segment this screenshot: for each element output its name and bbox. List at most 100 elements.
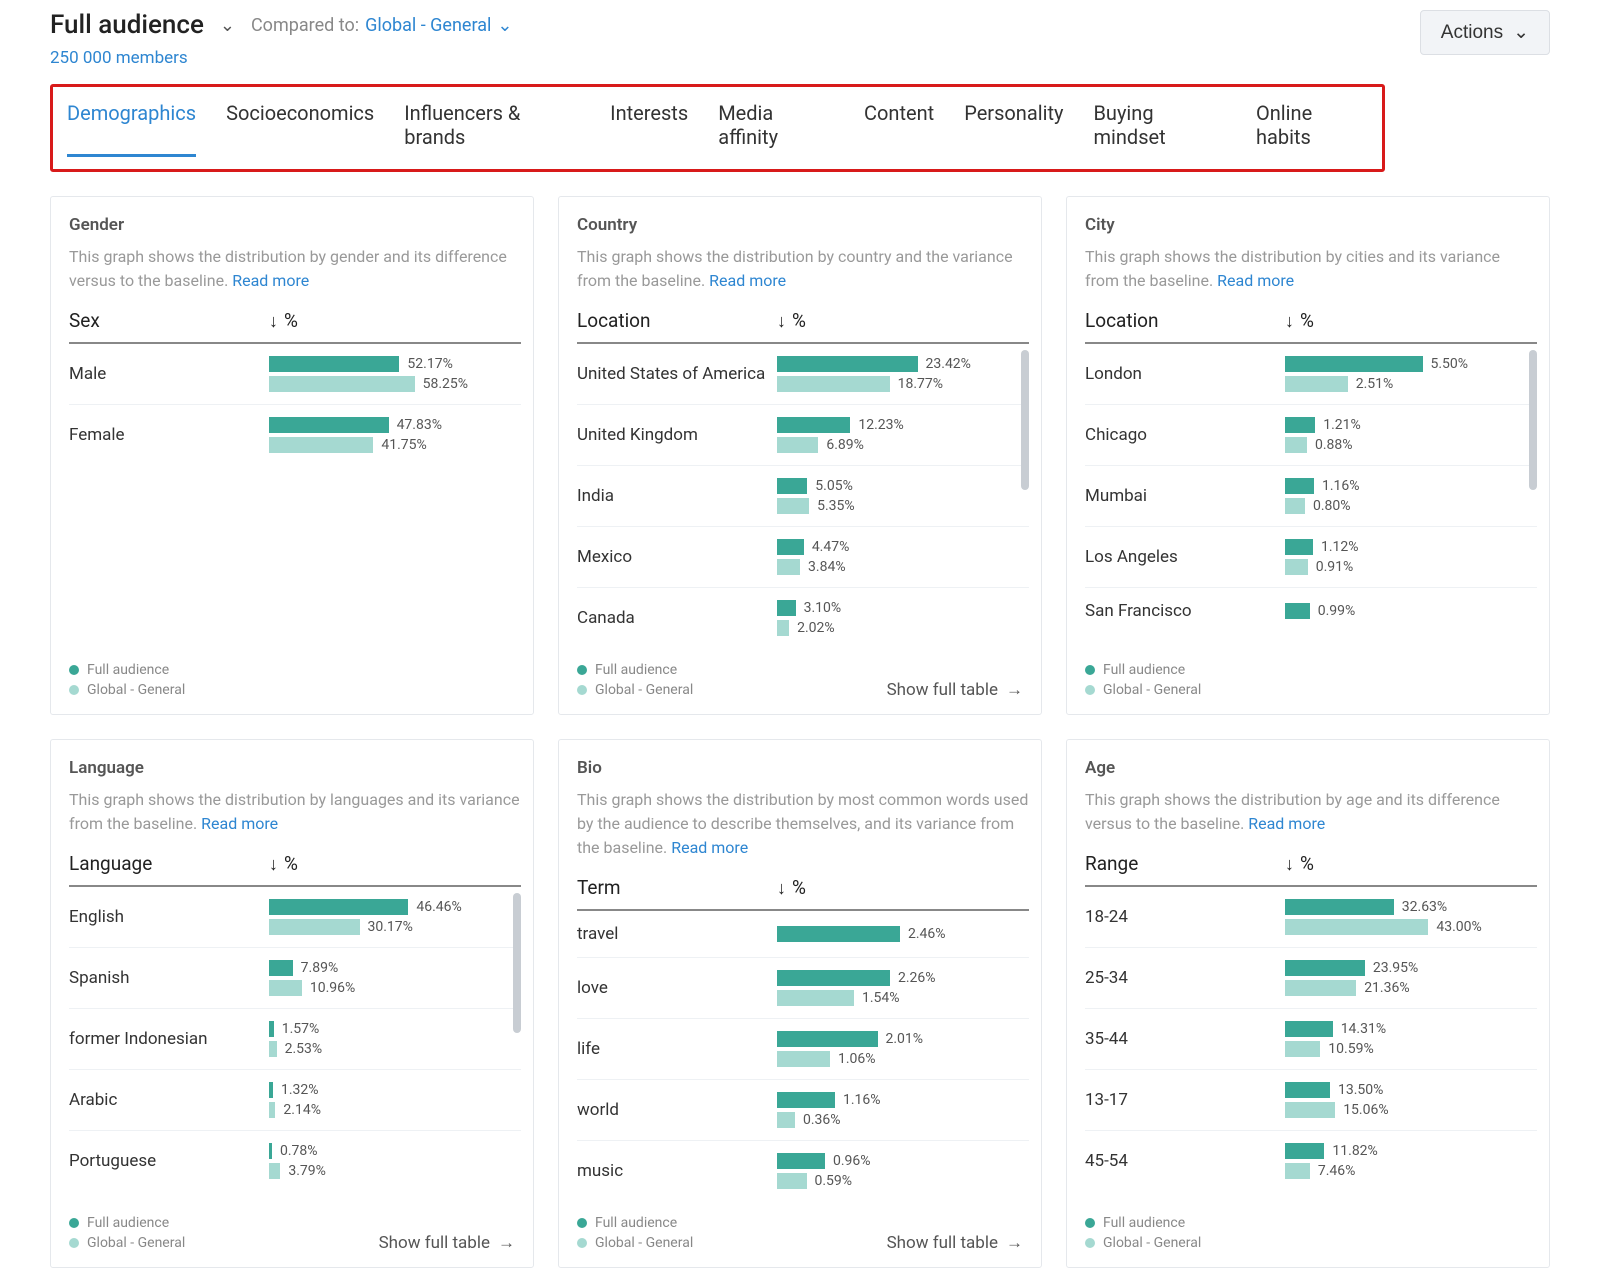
card-title: City xyxy=(1085,215,1537,235)
table-row[interactable]: San Francisco0.99% xyxy=(1085,588,1537,634)
bar-value: 14.31% xyxy=(1341,1021,1386,1037)
column-name[interactable]: Range xyxy=(1085,852,1275,875)
read-more-link[interactable]: Read more xyxy=(1248,814,1325,833)
bar-value: 5.35% xyxy=(817,498,855,514)
table-row[interactable]: Chicago1.21%0.88% xyxy=(1085,405,1537,466)
column-percent[interactable]: % xyxy=(1285,852,1537,875)
table-row[interactable]: Arabic1.32%2.14% xyxy=(69,1070,521,1131)
table-row[interactable]: 25-3423.95%21.36% xyxy=(1085,948,1537,1009)
chevron-down-icon[interactable]: ⌄ xyxy=(220,15,235,36)
bar-value: 2.53% xyxy=(285,1041,323,1057)
column-name[interactable]: Language xyxy=(69,852,259,875)
bar-primary xyxy=(269,1143,272,1159)
tabs: Demographics Socioeconomics Influencers & … xyxy=(53,87,1382,169)
table-row[interactable]: travel2.46% xyxy=(577,911,1029,958)
scrollbar[interactable] xyxy=(513,893,521,1033)
table-row[interactable]: London5.50%2.51% xyxy=(1085,344,1537,405)
table-header: Location% xyxy=(1085,309,1537,344)
bar-primary xyxy=(777,926,900,942)
bar-value: 1.06% xyxy=(838,1051,876,1067)
table-row[interactable]: world1.16%0.36% xyxy=(577,1080,1029,1141)
table-row[interactable]: former Indonesian1.57%2.53% xyxy=(69,1009,521,1070)
show-full-table-link[interactable]: Show full table xyxy=(887,680,1023,700)
table-row[interactable]: life2.01%1.06% xyxy=(577,1019,1029,1080)
legend-item: Full audience xyxy=(577,1215,1029,1231)
bar-value: 1.57% xyxy=(282,1021,320,1037)
table-row[interactable]: English46.46%30.17% xyxy=(69,887,521,948)
bar-value: 0.78% xyxy=(280,1143,318,1159)
arrow-right-icon xyxy=(498,1233,515,1253)
read-more-link[interactable]: Read more xyxy=(671,838,748,857)
table-row[interactable]: India5.05%5.35% xyxy=(577,466,1029,527)
read-more-link[interactable]: Read more xyxy=(1217,271,1294,290)
card-title: Age xyxy=(1085,758,1537,778)
table-row[interactable]: United Kingdom12.23%6.89% xyxy=(577,405,1029,466)
tab-interests[interactable]: Interests xyxy=(610,101,688,157)
bar-value: 1.16% xyxy=(843,1092,881,1108)
actions-button[interactable]: Actions ⌄ xyxy=(1420,10,1550,55)
row-label: Female xyxy=(69,424,259,446)
rows-container: English46.46%30.17%Spanish7.89%10.96%for… xyxy=(69,887,521,1191)
table-row[interactable]: 18-2432.63%43.00% xyxy=(1085,887,1537,948)
compared-to-link[interactable]: Global - General xyxy=(365,15,491,36)
column-percent[interactable]: % xyxy=(777,309,1029,332)
bar-primary xyxy=(269,899,408,915)
show-full-table-link[interactable]: Show full table xyxy=(887,1233,1023,1253)
bar-primary xyxy=(1285,1143,1324,1159)
bar-primary xyxy=(777,600,796,616)
column-percent[interactable]: % xyxy=(1285,309,1537,332)
column-percent[interactable]: % xyxy=(777,876,1029,899)
row-label: life xyxy=(577,1038,767,1060)
bar-value: 41.75% xyxy=(381,437,426,453)
row-label: 35-44 xyxy=(1085,1028,1275,1050)
column-percent[interactable]: % xyxy=(269,309,521,332)
table-row[interactable]: 13-1713.50%15.06% xyxy=(1085,1070,1537,1131)
tab-online-habits[interactable]: Online habits xyxy=(1256,101,1368,157)
sort-down-icon xyxy=(269,309,278,332)
table-row[interactable]: Mexico4.47%3.84% xyxy=(577,527,1029,588)
table-row[interactable]: Male52.17%58.25% xyxy=(69,344,521,405)
row-label: Male xyxy=(69,363,259,385)
tab-socioeconomics[interactable]: Socioeconomics xyxy=(226,101,374,157)
read-more-link[interactable]: Read more xyxy=(709,271,786,290)
scrollbar[interactable] xyxy=(1529,350,1537,490)
column-name[interactable]: Term xyxy=(577,876,767,899)
table-row[interactable]: 45-5411.82%7.46% xyxy=(1085,1131,1537,1191)
table-row[interactable]: Mumbai1.16%0.80% xyxy=(1085,466,1537,527)
column-name[interactable]: Location xyxy=(1085,309,1275,332)
bar-primary xyxy=(1285,603,1310,619)
table-header: Range% xyxy=(1085,852,1537,887)
table-row[interactable]: Portuguese0.78%3.79% xyxy=(69,1131,521,1191)
column-name[interactable]: Location xyxy=(577,309,767,332)
tab-content[interactable]: Content xyxy=(864,101,934,157)
bar-value: 2.14% xyxy=(283,1102,321,1118)
table-row[interactable]: love2.26%1.54% xyxy=(577,958,1029,1019)
row-label: United States of America xyxy=(577,363,767,385)
bar-secondary xyxy=(269,1102,275,1118)
scrollbar[interactable] xyxy=(1021,350,1029,490)
legend-item: Full audience xyxy=(69,1215,521,1231)
table-row[interactable]: 35-4414.31%10.59% xyxy=(1085,1009,1537,1070)
chevron-down-icon[interactable]: ⌄ xyxy=(497,15,512,36)
audience-title[interactable]: Full audience xyxy=(50,10,204,40)
table-row[interactable]: Female47.83%41.75% xyxy=(69,405,521,465)
read-more-link[interactable]: Read more xyxy=(201,814,278,833)
tab-media-affinity[interactable]: Media affinity xyxy=(718,101,834,157)
table-row[interactable]: Canada3.10%2.02% xyxy=(577,588,1029,648)
tab-buying-mindset[interactable]: Buying mindset xyxy=(1093,101,1226,157)
column-percent[interactable]: % xyxy=(269,852,521,875)
tab-demographics[interactable]: Demographics xyxy=(67,101,196,157)
bar-secondary xyxy=(777,1112,795,1128)
read-more-link[interactable]: Read more xyxy=(232,271,309,290)
tab-influencers-brands[interactable]: Influencers & brands xyxy=(404,101,580,157)
table-row[interactable]: United States of America23.42%18.77% xyxy=(577,344,1029,405)
legend-swatch-icon xyxy=(69,665,79,675)
legend-swatch-icon xyxy=(577,685,587,695)
table-row[interactable]: music0.96%0.59% xyxy=(577,1141,1029,1201)
bar-primary xyxy=(269,960,293,976)
tab-personality[interactable]: Personality xyxy=(964,101,1063,157)
show-full-table-link[interactable]: Show full table xyxy=(379,1233,515,1253)
table-row[interactable]: Los Angeles1.12%0.91% xyxy=(1085,527,1537,588)
column-name[interactable]: Sex xyxy=(69,309,259,332)
table-row[interactable]: Spanish7.89%10.96% xyxy=(69,948,521,1009)
